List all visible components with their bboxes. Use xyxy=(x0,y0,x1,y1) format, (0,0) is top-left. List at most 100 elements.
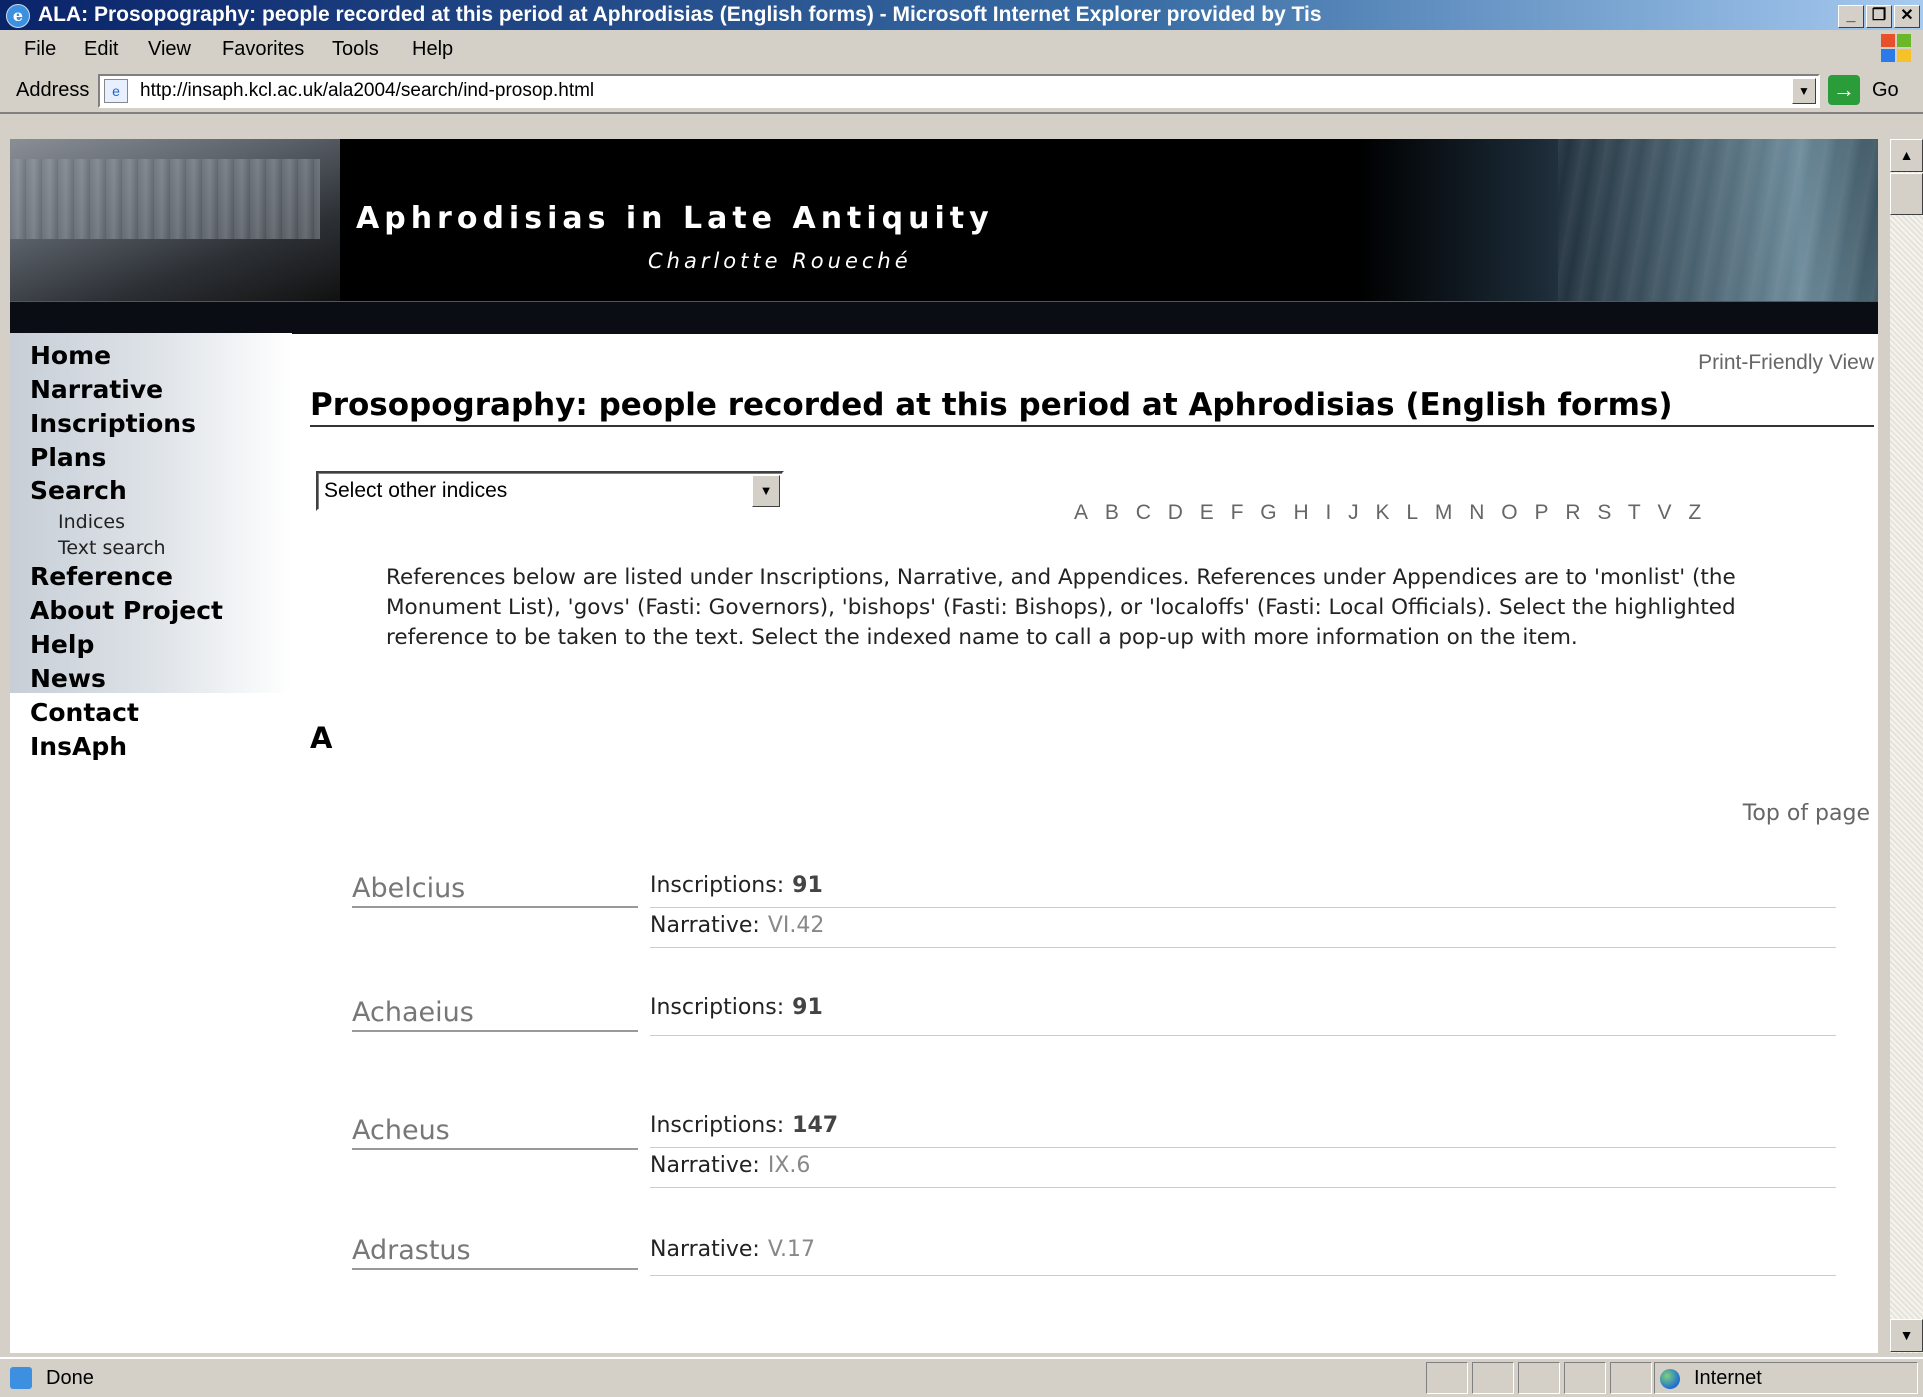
address-input[interactable]: e http://insaph.kcl.ac.uk/ala2004/search… xyxy=(98,74,1820,108)
entry-name-link[interactable]: Achaeius xyxy=(352,997,638,1032)
letter-link[interactable]: G xyxy=(1260,501,1278,524)
intro-text: References below are listed under Inscri… xyxy=(386,565,1736,650)
indices-select-value: Select other indices xyxy=(324,479,508,502)
windows-logo-icon xyxy=(1881,34,1913,64)
letter-link[interactable]: B xyxy=(1105,501,1121,524)
menu-favorites[interactable]: Favorites xyxy=(222,38,304,61)
menu-file[interactable]: File xyxy=(24,38,56,61)
go-button[interactable]: Go xyxy=(1872,79,1899,102)
menu-bar: File Edit View Favorites Tools Help xyxy=(0,30,1923,69)
chevron-down-icon[interactable]: ▼ xyxy=(752,475,780,507)
letter-link[interactable]: F xyxy=(1231,501,1246,524)
ref-label: Inscriptions: xyxy=(650,995,785,1020)
status-panel xyxy=(1564,1362,1606,1394)
letter-link[interactable]: A xyxy=(1074,501,1090,524)
letter-link[interactable]: J xyxy=(1348,501,1361,524)
window-title: ALA: Prosopography: people recorded at t… xyxy=(38,3,1322,26)
letter-link[interactable]: E xyxy=(1200,501,1216,524)
address-label: Address xyxy=(16,79,90,101)
ref-row: Narrative: V.17 xyxy=(650,1233,1836,1276)
go-arrow-icon[interactable]: → xyxy=(1828,75,1860,105)
entry-name-link[interactable]: Adrastus xyxy=(352,1235,638,1270)
sidebar-item-home[interactable]: Home xyxy=(30,341,111,370)
ref-link[interactable]: IX.6 xyxy=(768,1153,811,1178)
sidebar-item-reference[interactable]: Reference xyxy=(30,562,173,591)
letter-link[interactable]: D xyxy=(1168,501,1185,524)
menu-tools[interactable]: Tools xyxy=(332,38,379,61)
letter-link[interactable]: L xyxy=(1406,501,1420,524)
status-text: Done xyxy=(46,1367,94,1389)
scroll-thumb[interactable] xyxy=(1890,173,1923,215)
sidebar-subitem-indices[interactable]: Indices xyxy=(58,511,125,533)
top-of-page-link[interactable]: Top of page xyxy=(1743,801,1870,826)
entry-name-link[interactable]: Abelcius xyxy=(352,873,638,908)
letter-link[interactable]: T xyxy=(1628,501,1643,524)
vertical-scrollbar[interactable]: ▲ ▼ xyxy=(1890,139,1923,1353)
letter-link[interactable]: P xyxy=(1534,501,1550,524)
section-letter-heading: A xyxy=(310,721,333,755)
title-bar: e ALA: Prosopography: people recorded at… xyxy=(0,0,1923,30)
maximize-button[interactable]: ❐ xyxy=(1866,5,1892,28)
scroll-up-icon[interactable]: ▲ xyxy=(1890,139,1923,172)
ref-link[interactable]: V.17 xyxy=(768,1237,815,1262)
print-friendly-link[interactable]: Print-Friendly View xyxy=(1698,351,1874,375)
entry-name-link[interactable]: Acheus xyxy=(352,1115,638,1150)
minimize-button[interactable]: _ xyxy=(1838,5,1864,28)
letter-link[interactable]: K xyxy=(1376,501,1392,524)
ref-row: Inscriptions: 91 xyxy=(650,869,1836,908)
zone-text: Internet xyxy=(1694,1367,1762,1389)
letter-link[interactable]: C xyxy=(1136,501,1153,524)
ref-label: Narrative: xyxy=(650,1237,760,1262)
ref-link[interactable]: 91 xyxy=(792,873,823,898)
globe-icon xyxy=(1660,1369,1680,1389)
sidebar-item-insaph[interactable]: InsAph xyxy=(30,732,127,761)
menu-help[interactable]: Help xyxy=(412,38,453,61)
menu-edit[interactable]: Edit xyxy=(84,38,118,61)
site-banner: Aphrodisias in Late Antiquity Charlotte … xyxy=(10,139,1878,301)
indices-select[interactable]: Select other indices ▼ xyxy=(316,471,784,511)
status-bar: Done Internet xyxy=(0,1357,1923,1397)
ref-row: Inscriptions: 147 xyxy=(650,1109,1836,1148)
ref-label: Inscriptions: xyxy=(650,873,785,898)
letter-link[interactable]: N xyxy=(1469,501,1486,524)
letter-link[interactable]: Z xyxy=(1688,501,1703,524)
address-bar: Address e http://insaph.kcl.ac.uk/ala200… xyxy=(0,68,1923,114)
status-panel xyxy=(1518,1362,1560,1394)
close-button[interactable]: ✕ xyxy=(1894,5,1920,28)
sidebar-item-help[interactable]: Help xyxy=(30,630,94,659)
letter-link[interactable]: R xyxy=(1565,501,1582,524)
sidebar-subitem-text-search[interactable]: Text search xyxy=(58,537,166,559)
title-divider xyxy=(310,425,1874,427)
ie-logo-icon: e xyxy=(6,4,30,28)
sidebar-item-about-project[interactable]: About Project xyxy=(30,596,223,625)
sidebar-item-plans[interactable]: Plans xyxy=(30,443,106,472)
site-author: Charlotte Roueché xyxy=(648,249,912,273)
address-url[interactable]: http://insaph.kcl.ac.uk/ala2004/search/i… xyxy=(140,80,594,102)
sidebar-nav: Home Narrative Inscriptions Plans Search… xyxy=(10,333,292,761)
letter-link[interactable]: V xyxy=(1657,501,1673,524)
status-panel xyxy=(1610,1362,1652,1394)
sidebar-item-search[interactable]: Search xyxy=(30,476,127,505)
ref-label: Inscriptions: xyxy=(650,1113,785,1138)
ref-link[interactable]: VI.42 xyxy=(768,913,825,938)
page-icon: e xyxy=(104,79,128,103)
sidebar-item-narrative[interactable]: Narrative xyxy=(30,375,163,404)
sidebar-item-news[interactable]: News xyxy=(30,664,106,693)
sidebar-item-contact[interactable]: Contact xyxy=(30,698,139,727)
ref-row: Inscriptions: 91 xyxy=(650,991,1836,1036)
letter-link[interactable]: I xyxy=(1325,501,1333,524)
letter-index: A B C D E F G H I J K L M N O P R S T V … xyxy=(1074,501,1710,525)
scroll-down-icon[interactable]: ▼ xyxy=(1890,1319,1923,1352)
page-title: Prosopography: people recorded at this p… xyxy=(310,387,1673,423)
ref-row: Narrative: IX.6 xyxy=(650,1149,1836,1188)
site-title: Aphrodisias in Late Antiquity xyxy=(356,201,994,236)
address-dropdown-button[interactable]: ▼ xyxy=(1792,78,1816,104)
letter-link[interactable]: S xyxy=(1597,501,1613,524)
sidebar-item-inscriptions[interactable]: Inscriptions xyxy=(30,409,196,438)
letter-link[interactable]: H xyxy=(1293,501,1310,524)
letter-link[interactable]: M xyxy=(1435,501,1455,524)
ref-link[interactable]: 147 xyxy=(792,1113,838,1138)
ref-link[interactable]: 91 xyxy=(792,995,823,1020)
menu-view[interactable]: View xyxy=(148,38,191,61)
letter-link[interactable]: O xyxy=(1501,501,1519,524)
